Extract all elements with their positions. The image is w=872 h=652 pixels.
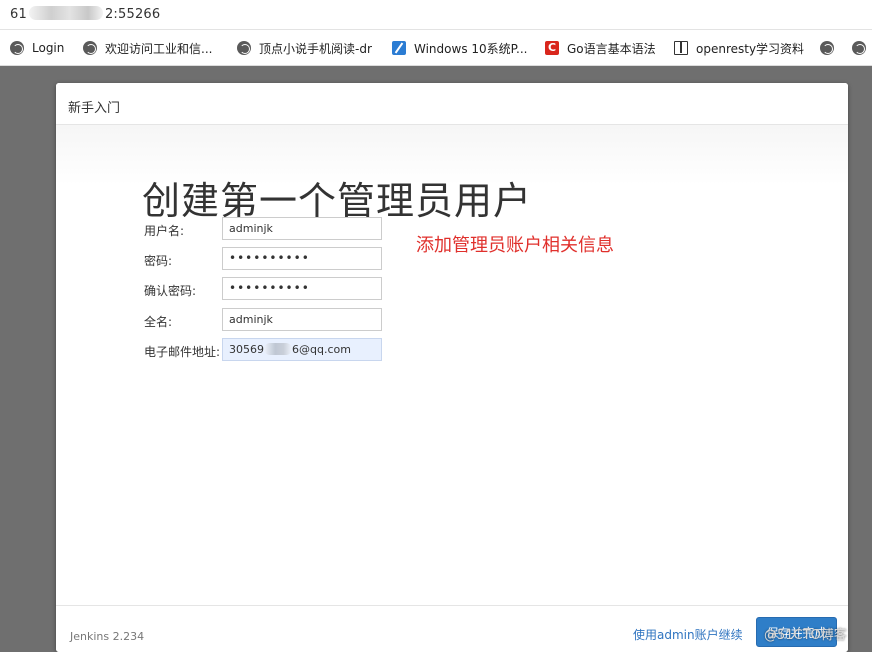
dialog-body: 创建第一个管理员用户 用户名: adminjk 密码: •••••••••• 确… <box>56 125 848 605</box>
fullname-label: 全名: <box>144 315 173 329</box>
confirm-password-input[interactable]: •••••••••• <box>222 277 382 300</box>
email-input[interactable]: 30569 6@qq.com <box>222 338 382 361</box>
password-input[interactable]: •••••••••• <box>222 247 382 270</box>
email-label: 电子邮件地址: <box>144 345 221 359</box>
bookmark-label: 欢迎访问工业和信... <box>105 41 213 56</box>
bookmark-globe-8[interactable] <box>852 39 872 57</box>
bookmark-label: Login <box>32 41 65 55</box>
redacted-email-part <box>264 343 292 355</box>
globe-icon <box>10 41 24 55</box>
dialog-footer: Jenkins 2.234 使用admin账户继续 保存并完成 <box>56 605 848 652</box>
globe-icon <box>83 41 97 55</box>
fullname-input[interactable]: adminjk <box>222 308 382 331</box>
bookmark-miit[interactable]: 欢迎访问工业和信... <box>83 39 212 57</box>
continue-as-admin-link[interactable]: 使用admin账户继续 <box>633 626 743 643</box>
bookmark-label: Go语言基本语法 <box>567 41 656 56</box>
username-input[interactable]: adminjk <box>222 217 382 240</box>
bookmark-go-syntax[interactable]: C Go语言基本语法 <box>545 39 656 57</box>
address-bar[interactable]: 61 2:55266 <box>0 0 872 30</box>
url-text[interactable]: 61 2:55266 <box>10 6 160 22</box>
globe-icon <box>852 41 866 55</box>
bookmark-label: Windows 10系统P... <box>414 41 528 56</box>
dialog-header: 新手入门 <box>56 83 848 125</box>
jenkins-version: Jenkins 2.234 <box>70 630 145 643</box>
c-logo-icon: C <box>545 41 559 55</box>
confirm-password-label: 确认密码: <box>144 284 197 298</box>
bookmark-label: openresty学习资料 <box>696 41 805 56</box>
password-label: 密码: <box>144 254 173 268</box>
email-suffix: 6@qq.com <box>292 343 351 356</box>
bookmark-windows10[interactable]: Windows 10系统P... <box>392 39 527 57</box>
email-prefix: 30569 <box>229 343 264 356</box>
setup-wizard-dialog: 新手入门 创建第一个管理员用户 用户名: adminjk 密码: •••••••… <box>56 83 848 652</box>
bookmark-label: 顶点小说手机阅读-dr <box>259 41 372 56</box>
globe-icon <box>820 41 834 55</box>
bookmarks-bar: Login 欢迎访问工业和信... 顶点小说手机阅读-dr Windows 10… <box>0 30 872 66</box>
annotation-note: 添加管理员账户相关信息 <box>416 235 614 256</box>
url-prefix: 61 <box>10 7 27 22</box>
watermark: @51CTO博客 <box>764 628 847 643</box>
globe-icon <box>237 41 251 55</box>
dialog-title: 新手入门 <box>68 101 121 116</box>
url-suffix: 2:55266 <box>104 7 161 22</box>
bookmark-login[interactable]: Login <box>10 39 64 57</box>
bookmark-openresty[interactable]: openresty学习资料 <box>674 39 804 57</box>
redacted-url-part <box>28 6 103 20</box>
bookmark-novel[interactable]: 顶点小说手机阅读-dr <box>237 39 372 57</box>
username-label: 用户名: <box>144 224 185 238</box>
pen-icon <box>392 41 406 55</box>
bookmark-globe-7[interactable] <box>820 39 842 57</box>
book-icon <box>674 41 688 55</box>
